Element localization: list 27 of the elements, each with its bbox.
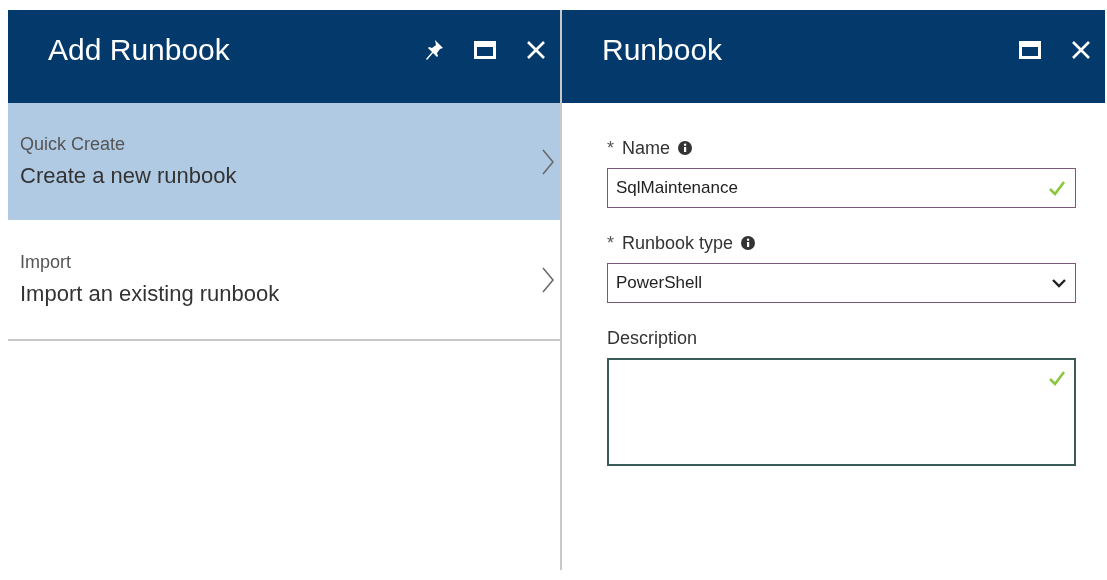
pin-icon: [424, 38, 444, 61]
maximize-button[interactable]: [1017, 38, 1043, 61]
option-description: Import an existing runbook: [20, 281, 281, 307]
menu-option[interactable]: Quick Create Create a new runbook: [8, 103, 560, 221]
field-label: Name: [622, 137, 671, 159]
checkmark-icon: [1048, 180, 1066, 196]
field-label: Description: [607, 327, 698, 349]
blade-title: Add Runbook: [48, 32, 231, 67]
option-description: Create a new runbook: [20, 163, 238, 189]
type-dropdown[interactable]: PowerShell: [607, 263, 1076, 303]
maximize-icon: [474, 40, 496, 59]
chevron-right-icon: [542, 148, 554, 175]
required-asterisk: *: [607, 137, 614, 159]
option-caption: Import: [20, 252, 72, 273]
close-icon: [1071, 39, 1091, 60]
blade-title: Runbook: [602, 32, 724, 67]
checkmark-icon: [1048, 370, 1066, 386]
chevron-right-icon: [542, 266, 554, 293]
name-field[interactable]: SqlMaintenance: [607, 168, 1076, 208]
maximize-button[interactable]: [472, 38, 498, 61]
required-asterisk: *: [607, 232, 614, 254]
maximize-icon: [1019, 40, 1041, 59]
option-caption: Quick Create: [20, 134, 127, 155]
field-label: Runbook type: [622, 232, 734, 254]
chevron-down-icon: [1051, 278, 1067, 288]
description-field[interactable]: [607, 358, 1076, 466]
close-icon: [526, 39, 546, 60]
